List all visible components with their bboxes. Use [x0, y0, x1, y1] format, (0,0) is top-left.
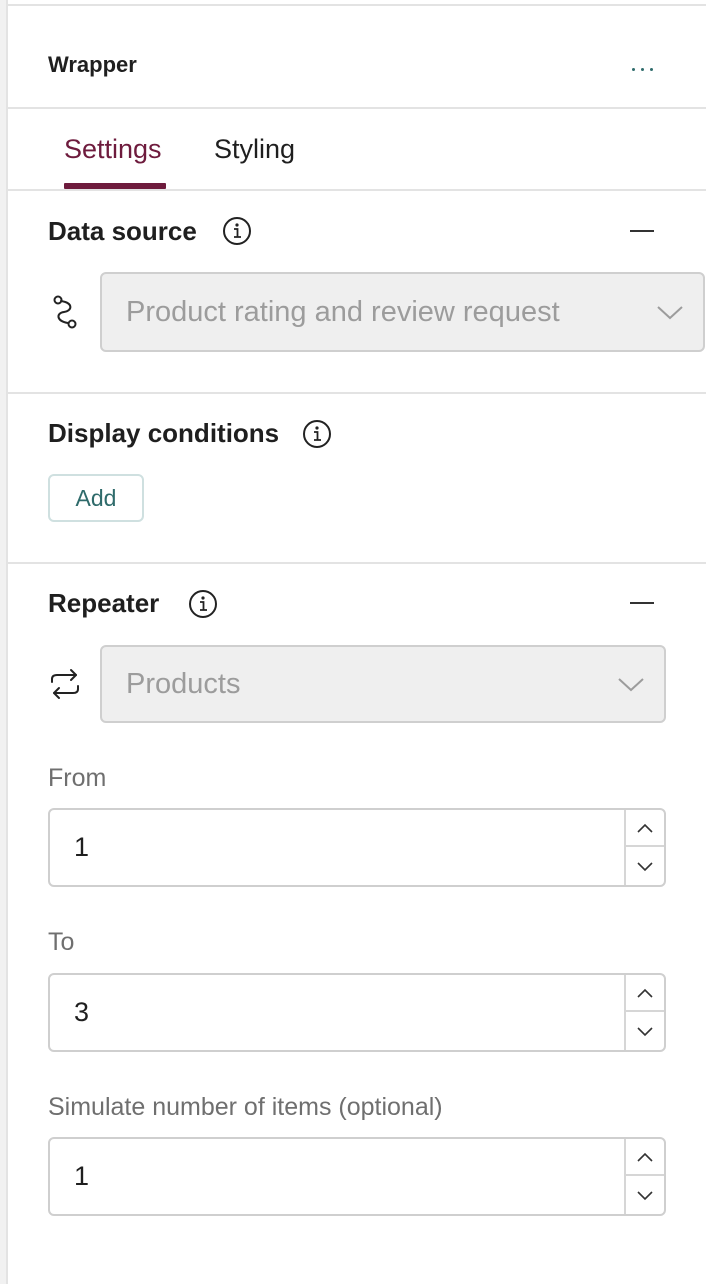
simulate-increment-button[interactable]: [626, 1139, 664, 1176]
data-source-value: Product rating and review request: [126, 295, 560, 328]
to-value: 3: [74, 997, 90, 1027]
minus-icon: [630, 230, 654, 232]
more-options-button[interactable]: [616, 52, 668, 86]
section-divider: [8, 562, 706, 564]
from-value: 1: [74, 832, 90, 862]
from-stepper: [624, 810, 664, 885]
add-condition-button[interactable]: Add: [48, 474, 144, 522]
simulate-stepper: [624, 1139, 664, 1214]
to-input[interactable]: 3: [48, 973, 666, 1052]
properties-panel: Wrapper Settings Styling Data source Pro…: [0, 0, 706, 1284]
from-increment-button[interactable]: [626, 810, 664, 847]
repeater-source-value: Products: [126, 667, 241, 700]
chevron-up-icon: [637, 823, 653, 833]
repeater-source-select[interactable]: Products: [100, 645, 666, 723]
minus-icon: [630, 602, 654, 604]
repeat-icon: [51, 669, 79, 699]
simulate-value: 1: [74, 1161, 90, 1191]
from-input[interactable]: 1: [48, 808, 666, 887]
data-source-select[interactable]: Product rating and review request: [100, 272, 705, 352]
chevron-down-icon: [657, 306, 683, 320]
to-decrement-button[interactable]: [626, 1013, 664, 1050]
chevron-down-icon: [637, 1026, 653, 1036]
info-icon[interactable]: [188, 589, 218, 619]
info-icon[interactable]: [222, 216, 252, 246]
collapse-data-source-button[interactable]: [628, 221, 656, 241]
to-stepper: [624, 975, 664, 1050]
data-source-heading: Data source: [48, 216, 197, 246]
simulate-input[interactable]: 1: [48, 1137, 666, 1216]
simulate-decrement-button[interactable]: [626, 1177, 664, 1214]
chevron-up-icon: [637, 1152, 653, 1162]
header-divider: [8, 107, 706, 109]
top-divider: [8, 4, 706, 6]
ellipsis-icon: [631, 67, 635, 71]
panel-title: Wrapper: [48, 52, 137, 77]
to-label: To: [48, 928, 75, 956]
chevron-down-icon: [618, 678, 644, 692]
tab-styling[interactable]: Styling: [214, 134, 295, 165]
simulate-label: Simulate number of items (optional): [48, 1093, 443, 1121]
from-label: From: [48, 764, 107, 792]
from-decrement-button[interactable]: [626, 848, 664, 885]
to-increment-button[interactable]: [626, 975, 664, 1012]
tabs-divider: [8, 189, 706, 191]
display-conditions-heading: Display conditions: [48, 418, 280, 448]
panel-edge: [0, 0, 8, 1284]
repeater-heading: Repeater: [48, 588, 160, 618]
chevron-down-icon: [637, 1190, 653, 1200]
data-path-icon: [53, 295, 77, 329]
tab-settings[interactable]: Settings: [64, 134, 162, 165]
collapse-repeater-button[interactable]: [628, 593, 656, 613]
section-divider: [8, 392, 706, 394]
chevron-down-icon: [637, 861, 653, 871]
chevron-up-icon: [637, 988, 653, 998]
info-icon[interactable]: [302, 419, 332, 449]
